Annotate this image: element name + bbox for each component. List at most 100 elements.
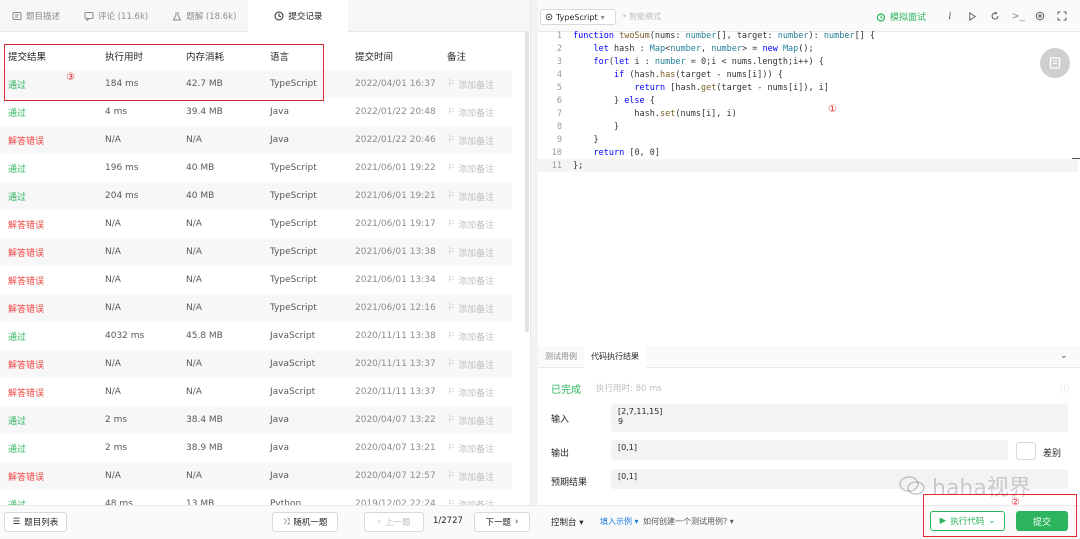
code-line[interactable]: if (hash.has(target - nums[i])) { (573, 70, 783, 80)
result-cell[interactable]: 通过 (8, 330, 26, 343)
language-cell: TypeScript (270, 219, 317, 229)
result-cell[interactable]: 通过 (8, 414, 26, 427)
table-row[interactable]: 通过 204 ms 40 MB TypeScript 2021/06/01 19:21 ⚐… (0, 182, 512, 210)
add-note-button[interactable]: ⚐添加备注 (447, 414, 494, 427)
reset-icon[interactable] (989, 10, 1001, 22)
code-line[interactable]: let hash : Map<number, number> = new Map… (573, 44, 813, 54)
add-note-button[interactable]: ⚐添加备注 (447, 218, 494, 231)
add-note-button[interactable]: ⚐添加备注 (447, 246, 494, 259)
submit-button[interactable]: 提交 (1016, 511, 1068, 531)
code-line[interactable]: for(let i : number = 0;i < nums.length;i… (573, 57, 823, 67)
settings-icon[interactable] (1034, 10, 1046, 22)
add-note-button[interactable]: ⚐添加备注 (447, 274, 494, 287)
language-select[interactable]: TypeScript ▾ (540, 9, 616, 25)
result-cell[interactable]: 解答错误 (8, 246, 44, 259)
code-line[interactable]: return [0, 0] (573, 148, 660, 158)
table-row[interactable]: 解答错误 N/A N/A JavaScript 2020/11/11 13:37 ⚐ 添加备… (0, 350, 512, 378)
code-line[interactable]: function twoSum(nums: number[], target: … (573, 31, 875, 41)
fullscreen-icon[interactable] (1056, 10, 1068, 22)
add-note-button[interactable]: ⚐添加备注 (447, 302, 494, 315)
chevron-down-icon[interactable]: ⌄ (1060, 351, 1068, 361)
flag-icon: ⚐ (447, 471, 456, 481)
pane-divider[interactable] (530, 0, 538, 505)
table-row[interactable]: 解答错误 N/A N/A TypeScript 2021/06/01 13:38 ⚐ 添加备… (0, 238, 512, 266)
result-cell[interactable]: 解答错误 (8, 134, 44, 147)
play-icon[interactable] (966, 10, 978, 22)
flask-icon (172, 12, 182, 21)
fill-example-button[interactable]: 填入示例 ▾ (600, 516, 639, 527)
tab-test-cases[interactable]: 测试用例 (538, 346, 584, 368)
table-row[interactable]: 通过 4032 ms 45.8 MB JavaScript 2020/11/11 13:… (0, 322, 512, 350)
input-label: 输入 (551, 415, 570, 425)
terminal-icon[interactable]: >_ (1011, 10, 1024, 22)
howto-link[interactable]: 如何创建一个测试用例? ▾ (643, 516, 734, 527)
table-row[interactable]: 解答错误 N/A N/A Java 2022/01/22 20:46 ⚐ 添加备注 (0, 126, 512, 154)
info-icon[interactable]: i (944, 10, 956, 22)
result-cell[interactable]: 通过 (8, 442, 26, 455)
add-note-button[interactable]: ⚐添加备注 (447, 330, 494, 343)
result-cell[interactable]: 通过 (8, 162, 26, 175)
add-note-button[interactable]: ⚐添加备注 (447, 358, 494, 371)
tab-solutions[interactable]: 题解 (18.6k) (160, 0, 248, 32)
smart-mode-toggle[interactable]: • 智能模式 (622, 11, 661, 22)
add-note-button[interactable]: ⚐添加备注 (447, 470, 494, 483)
submit-time-cell: 2022/04/01 16:37 (355, 79, 436, 89)
add-note-button[interactable]: ⚐添加备注 (447, 190, 494, 203)
add-note-label: 添加备注 (458, 220, 495, 231)
result-cell[interactable]: 通过 (8, 106, 26, 119)
code-line[interactable]: }; (573, 161, 583, 171)
diff-checkbox[interactable] (1016, 442, 1036, 460)
runtime-cell: N/A (105, 303, 121, 313)
table-scrollbar[interactable] (525, 32, 529, 332)
runtime-cell: N/A (105, 387, 121, 397)
add-note-button[interactable]: ⚐添加备注 (447, 442, 494, 455)
table-row[interactable]: 解答错误 N/A N/A TypeScript 2021/06/01 13:34 ⚐ 添加备… (0, 266, 512, 294)
result-cell[interactable]: 解答错误 (8, 274, 44, 287)
code-line[interactable]: return [hash.get(target - nums[i]), i] (573, 83, 829, 93)
random-button[interactable]: ⤨ 随机一题 (272, 512, 338, 532)
run-code-button[interactable]: ▶ 执行代码 ⌄ (930, 511, 1005, 531)
table-row[interactable]: 通过 196 ms 40 MB TypeScript 2021/06/01 19:22 ⚐… (0, 154, 512, 182)
tab-submissions[interactable]: 提交记录 (248, 0, 349, 32)
result-cell[interactable]: 解答错误 (8, 358, 44, 371)
table-row[interactable]: 通过 2 ms 38.4 MB Java 2020/04/07 13:22 ⚐ 添加备注 (0, 406, 512, 434)
add-note-button[interactable]: ⚐添加备注 (447, 386, 494, 399)
table-row[interactable]: 解答错误 N/A N/A TypeScript 2021/06/01 19:17 ⚐ 添加备… (0, 210, 512, 238)
memory-cell: 40 MB (186, 163, 215, 173)
result-cell[interactable]: 解答错误 (8, 302, 44, 315)
code-line[interactable]: } else { (573, 96, 655, 106)
runtime-cell: N/A (105, 135, 121, 145)
runtime-cell: 4032 ms (105, 331, 145, 341)
result-cell[interactable]: 通过 (8, 190, 26, 203)
table-row[interactable]: 解答错误 N/A N/A TypeScript 2021/06/01 12:16 ⚐ 添加备… (0, 294, 512, 322)
random-label: 随机一题 (293, 518, 328, 528)
language-cell: TypeScript (270, 191, 317, 201)
diff-label[interactable]: 差别 (1043, 446, 1061, 459)
add-note-button[interactable]: ⚐添加备注 (447, 106, 494, 119)
memory-cell: N/A (186, 219, 202, 229)
result-cell[interactable]: 解答错误 (8, 470, 44, 483)
floating-note-button[interactable] (1040, 48, 1070, 78)
console-toggle[interactable]: 控制台 ▾ (551, 516, 584, 528)
tab-description-label: 题目描述 (26, 12, 61, 22)
tab-run-result[interactable]: 代码执行结果 (584, 345, 646, 368)
code-line[interactable]: } (573, 135, 598, 145)
tab-comments[interactable]: 评论 (11.6k) (72, 0, 160, 32)
code-line[interactable]: } (573, 122, 619, 132)
code-line[interactable]: hash.set(nums[i], i) (573, 109, 736, 119)
mock-interview-button[interactable]: 模拟面试 (876, 10, 926, 23)
next-button[interactable]: 下一题 › (474, 512, 530, 532)
table-row[interactable]: 通过 4 ms 39.4 MB Java 2022/01/22 20:48 ⚐ 添加备注 (0, 98, 512, 126)
result-cell[interactable]: 解答错误 (8, 218, 44, 231)
result-cell[interactable]: 解答错误 (8, 386, 44, 399)
table-row[interactable]: 解答错误 N/A N/A JavaScript 2020/11/11 13:37 ⚐ 添加备… (0, 378, 512, 406)
add-note-button[interactable]: ⚐添加备注 (447, 78, 494, 91)
table-row[interactable]: 解答错误 N/A N/A Java 2020/04/07 12:57 ⚐ 添加备注 (0, 462, 512, 490)
add-note-button[interactable]: ⚐添加备注 (447, 134, 494, 147)
tab-description[interactable]: 题目描述 (0, 0, 72, 32)
problem-list-button[interactable]: ☰ 题目列表 (4, 512, 67, 532)
prev-button[interactable]: ‹ 上一题 (364, 512, 424, 532)
table-row[interactable]: 通过 2 ms 38.9 MB Java 2020/04/07 13:21 ⚐ 添加备注 (0, 434, 512, 462)
add-note-button[interactable]: ⚐添加备注 (447, 162, 494, 175)
line-number: 4 (556, 70, 562, 80)
